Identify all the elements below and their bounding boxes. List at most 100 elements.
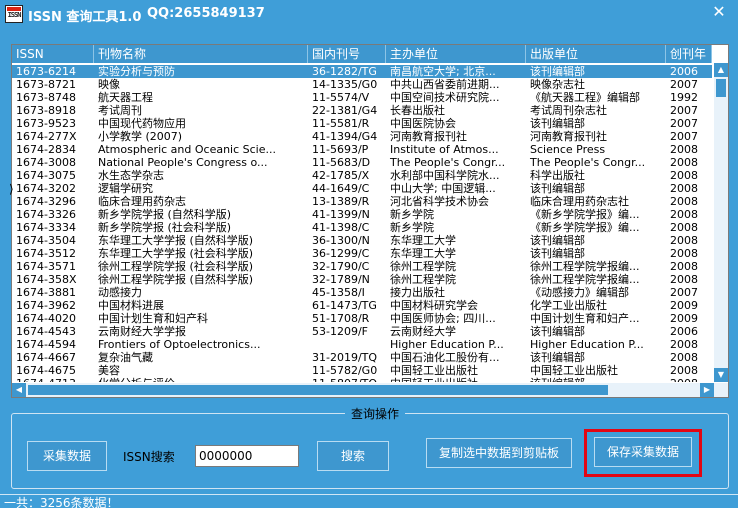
column-header-issn[interactable]: ISSN (12, 45, 94, 63)
cell-name: 动感接力 (98, 286, 142, 299)
table-row[interactable]: 1674-3008 National People's Congress o...… (12, 156, 712, 169)
cell-publisher: 该刊编辑部 (530, 325, 585, 338)
cell-publisher: 该刊编辑部 (530, 247, 585, 260)
cell-cn: 41-1398/C (312, 221, 370, 234)
cell-cn: 41-1394/G4 (312, 130, 378, 143)
column-header-cn[interactable]: 国内刊号 (308, 45, 386, 63)
search-button[interactable]: 搜索 (317, 441, 389, 471)
cell-name: 实验分析与预防 (98, 65, 175, 78)
table-row-selected[interactable]: 1673-6214 实验分析与预防 36-1282/TG 南昌航空大学; 北京... 该… (12, 65, 712, 78)
table-row[interactable]: 1674-358X 徐州工程学院学报 (自然科学版) 32-1789/N 徐州工程学院… (12, 273, 712, 286)
save-collected-data-button[interactable]: 保存采集数据 (594, 437, 692, 467)
table-row[interactable]: 1674-3504 东华理工大学学报 (自然科学版) 36-1300/N 东华理工大学… (12, 234, 712, 247)
cell-year: 2008 (670, 182, 698, 195)
group-title: 查询操作 (345, 405, 406, 422)
column-header-name[interactable]: 刊物名称 (94, 45, 308, 63)
cell-sponsor: 东华理工大学 (390, 247, 456, 260)
journal-table[interactable]: ISSN 刊物名称 国内刊号 主办单位 出版单位 创刊年 1673-6214 实验… (11, 44, 729, 398)
table-row[interactable]: 1673-8748 航天器工程 11-5574/V 中国空间技术研究院... 《航天器工… (12, 91, 712, 104)
cell-cn: 44-1649/C (312, 182, 370, 195)
cell-sponsor: 中共山西省委前进期... (390, 78, 500, 91)
table-row[interactable]: 1674-4675 美容 11-5782/G0 中国轻工业出版社 中国轻工业出版社 200… (12, 364, 712, 377)
cell-issn: 1674-2834 (16, 143, 76, 156)
horizontal-scroll-thumb[interactable] (28, 385, 608, 395)
copy-selected-button[interactable]: 复制选中数据到剪贴板 (426, 438, 572, 468)
cell-name: 东华理工大学学报 (自然科学版) (98, 234, 254, 247)
table-row[interactable]: 1674-4713化学分析与评价11-5807/TQ中国轻工业出版社...该刊编… (12, 377, 712, 382)
horizontal-scrollbar[interactable]: ◀ ▶ (12, 383, 728, 397)
cell-name: National People's Congress o... (98, 156, 268, 169)
cell-year: 1992 (670, 91, 698, 104)
table-row[interactable]: 1674-3334 新乡学院学报 (社会科学版) 41-1398/C 新乡学院 《新乡学… (12, 221, 712, 234)
cell-publisher: 徐州工程学院学报编... (530, 273, 640, 286)
cell-year: 2007 (670, 117, 698, 130)
table-row[interactable]: 1674-3962 中国材料进展 61-1473/TG 中国材料研究学会 化学工业出版社… (12, 299, 712, 312)
close-icon[interactable]: ✕ (710, 3, 728, 21)
table-row[interactable]: 1674-4667 复杂油气藏 31-2019/TQ 中国石油化工股份有... 该刊编辑… (12, 351, 712, 364)
cell-issn: 1674-4543 (16, 325, 76, 338)
cell-cn: 36-1300/N (312, 234, 370, 247)
cell-publisher: 《新乡学院学报》编... (530, 221, 640, 234)
table-row[interactable]: 1674-3202 逻辑学研究 44-1649/C 中山大学; 中国逻辑... 该刊编辑… (12, 182, 712, 195)
collect-data-button[interactable]: 采集数据 (27, 441, 107, 471)
table-row[interactable]: 1674-3571 徐州工程学院学报 (社会科学版) 32-1790/C 徐州工程学院… (12, 260, 712, 273)
cell-issn: 1674-3334 (16, 221, 76, 234)
cell-sponsor: 水利部中国科学院水... (390, 169, 500, 182)
vertical-scrollbar[interactable]: ▲ ▼ (714, 63, 728, 382)
cell-sponsor: Institute of Atmos... (390, 143, 499, 156)
cell-cn (308, 338, 386, 351)
cell-sponsor: 长春出版社 (390, 104, 445, 117)
cell-cn: 22-1381/G4 (312, 104, 378, 117)
cell-cn: 11-5581/R (312, 117, 370, 130)
cell-name: 航天器工程 (98, 91, 153, 104)
cell-issn: 1674-3571 (16, 260, 76, 273)
scroll-up-icon[interactable]: ▲ (714, 63, 728, 77)
cell-sponsor: 中国材料研究学会 (390, 299, 478, 312)
table-row[interactable]: 1674-3296 临床合理用药杂志 13-1389/R 河北省科学技术协会 临床合理用… (12, 195, 712, 208)
table-row[interactable]: 1673-9523 中国现代药物应用 11-5581/R 中国医院协会 该刊编辑部 200… (12, 117, 712, 130)
table-row[interactable]: 1674-4020 中国计划生育和妇产科 51-1708/R 中国医师协会; 四川..… (12, 312, 712, 325)
app-window: ISSN ISSN 查询工具1.0 QQ:2655849137 ✕ ISSN 刊… (0, 0, 738, 508)
cell-publisher: 《新乡学院学报》编... (530, 208, 640, 221)
table-row[interactable]: 1674-3075 水生态学杂志 42-1785/X 水利部中国科学院水... 科学出版… (12, 169, 712, 182)
cell-cn: 11-5683/D (312, 156, 371, 169)
table-row[interactable]: 1673-8918 考试周刊 22-1381/G4 长春出版社 考试周刊杂志社 2007 (12, 104, 712, 117)
cell-cn: 31-2019/TQ (312, 351, 378, 364)
table-row[interactable]: 1674-3326 新乡学院学报 (自然科学版) 41-1399/N 新乡学院 《新乡学… (12, 208, 712, 221)
table-row[interactable]: 1674-3881 动感接力 45-1358/I 接力出版社 《动感接力》编辑部 2007 (12, 286, 712, 299)
issn-search-input[interactable] (195, 445, 299, 467)
scroll-left-icon[interactable]: ◀ (12, 383, 26, 397)
scroll-right-icon[interactable]: ▶ (700, 383, 714, 397)
column-header-year[interactable]: 创刊年 (666, 45, 712, 63)
table-row[interactable]: 1674-4543 云南财经大学学报 53-1209/F 云南财经大学 该刊编辑部 200… (12, 325, 712, 338)
table-row[interactable]: 1673-8721 映像 14-1335/G0 中共山西省委前进期... 映像杂志社 20… (12, 78, 712, 91)
status-bar: 一共：3256条数据！ (0, 494, 738, 508)
cell-year: 2007 (670, 286, 698, 299)
cell-year: 2008 (670, 338, 698, 351)
cell-cn: 13-1389/R (312, 195, 370, 208)
cell-publisher: 该刊编辑部 (526, 377, 666, 382)
cell-publisher: 《动感接力》编辑部 (530, 286, 629, 299)
cell-cn: 32-1789/N (312, 273, 370, 286)
table-row[interactable]: 1674-4594 Frontiers of Optoelectronics...… (12, 338, 712, 351)
qq-contact: QQ:2655849137 (147, 6, 265, 21)
column-header-publisher[interactable]: 出版单位 (526, 45, 666, 63)
scroll-down-icon[interactable]: ▼ (714, 368, 728, 382)
cell-sponsor: 接力出版社 (390, 286, 445, 299)
cell-publisher: 该刊编辑部 (530, 351, 585, 364)
table-row[interactable]: 1674-2834 Atmospheric and Oceanic Scie...… (12, 143, 712, 156)
cell-year: 2009 (670, 312, 698, 325)
cell-sponsor: 中国医院协会 (390, 117, 456, 130)
cell-cn: 14-1335/G0 (312, 78, 378, 91)
table-row[interactable]: 1674-277X 小学教学 (2007) 41-1394/G4 河南教育报刊社 河南教… (12, 130, 712, 143)
cell-issn: 1674-3512 (16, 247, 76, 260)
column-header-sponsor[interactable]: 主办单位 (386, 45, 526, 63)
cell-name: 中国计划生育和妇产科 (98, 312, 208, 325)
cell-sponsor: 中国轻工业出版社... (386, 377, 526, 382)
cell-publisher: Higher Education P... (530, 338, 644, 351)
vertical-scroll-thumb[interactable] (716, 79, 726, 97)
cell-issn: 1674-4713 (12, 377, 94, 382)
cell-issn: 1674-3962 (16, 299, 76, 312)
cell-publisher: 科学出版社 (530, 169, 585, 182)
table-row[interactable]: 1674-3512 东华理工大学学报 (社会科学版) 36-1299/C 东华理工大学… (12, 247, 712, 260)
